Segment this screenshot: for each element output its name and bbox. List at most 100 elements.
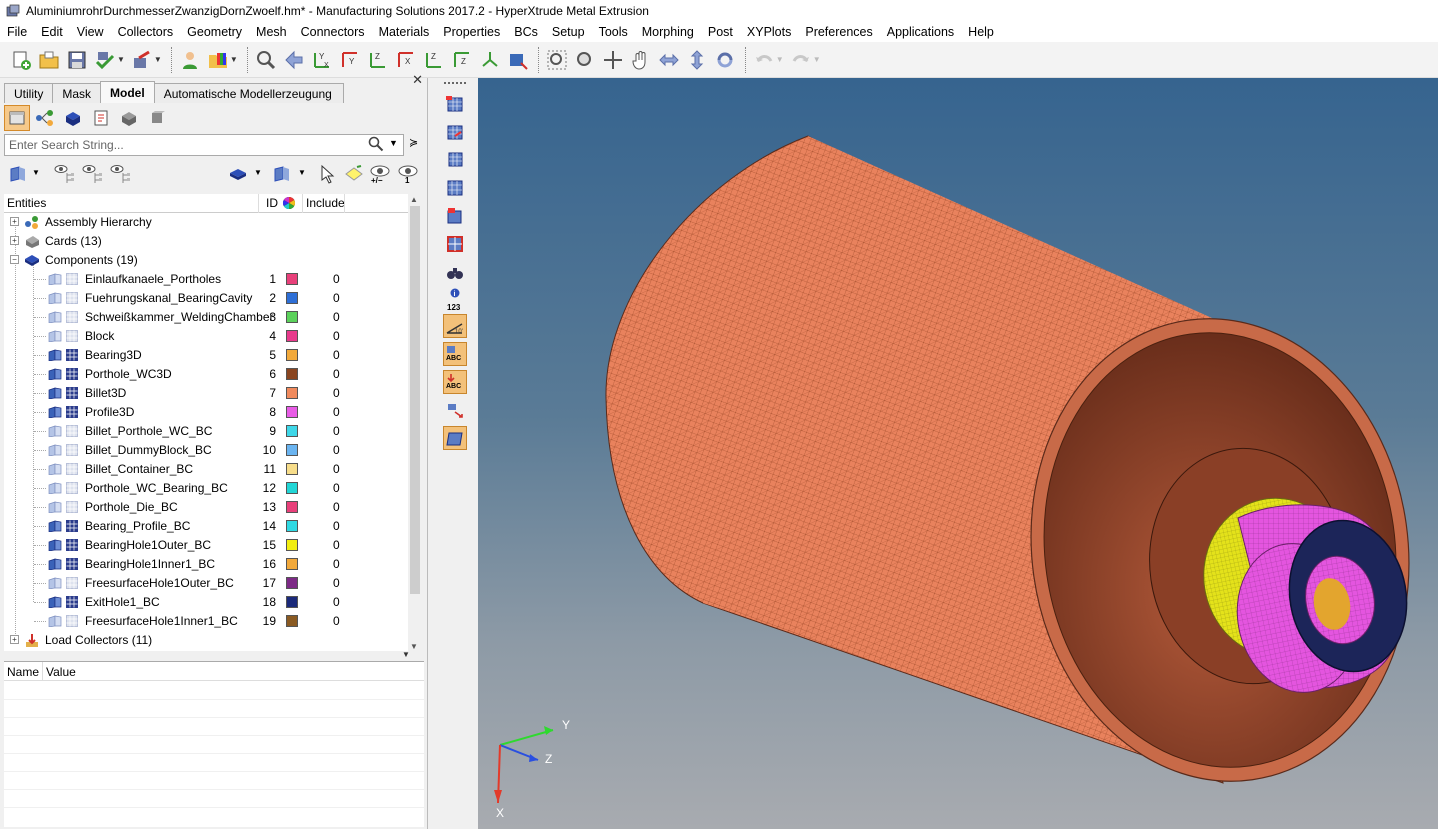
component-visibility-icon[interactable]: [48, 596, 62, 609]
eye-tree-icon[interactable]: [52, 162, 76, 186]
component-row[interactable]: Billet_Porthole_WC_BC 9 0: [4, 422, 408, 441]
component-color-swatch[interactable]: [286, 482, 298, 494]
find-elements-icon[interactable]: [443, 204, 467, 228]
column-include[interactable]: Include: [306, 196, 345, 210]
component-row[interactable]: BearingHole1Inner1_BC 16 0: [4, 555, 408, 574]
zoom-window-icon[interactable]: [544, 47, 570, 73]
display-mode-icon[interactable]: [505, 47, 531, 73]
eye-isolate-icon[interactable]: 1: [396, 162, 420, 186]
spin-icon[interactable]: [712, 47, 738, 73]
component-row[interactable]: Profile3D 8 0: [4, 403, 408, 422]
menu-materials[interactable]: Materials: [372, 22, 437, 42]
menu-preferences[interactable]: Preferences: [798, 22, 879, 42]
tab-mask[interactable]: Mask: [52, 83, 102, 103]
clip-box-icon[interactable]: [443, 232, 467, 256]
measure-angle-icon[interactable]: 10': [443, 314, 467, 338]
component-row[interactable]: BearingHole1Outer_BC 15 0: [4, 536, 408, 555]
scroll-down-icon[interactable]: ▼: [410, 642, 418, 651]
component-color-swatch[interactable]: [286, 444, 298, 456]
undo-icon[interactable]: [751, 47, 777, 73]
tree-group-components[interactable]: − Components (19): [4, 251, 408, 270]
new-model-icon[interactable]: [8, 47, 34, 73]
menu-morphing[interactable]: Morphing: [635, 22, 701, 42]
component-color-swatch[interactable]: [286, 615, 298, 627]
component-mesh-icon[interactable]: [66, 292, 78, 304]
open-model-icon[interactable]: [36, 47, 62, 73]
component-mesh-icon[interactable]: [66, 273, 78, 285]
component-row[interactable]: Billet3D 7 0: [4, 384, 408, 403]
user-profile-icon[interactable]: [177, 47, 203, 73]
export-dropdown-icon[interactable]: ▼: [154, 55, 162, 64]
component-color-icon[interactable]: [226, 162, 250, 186]
menu-help[interactable]: Help: [961, 22, 1001, 42]
menu-collectors[interactable]: Collectors: [111, 22, 181, 42]
move-vertical-icon[interactable]: [684, 47, 710, 73]
expand-plus-icon[interactable]: +: [10, 217, 19, 226]
pan-hand-icon[interactable]: [628, 47, 654, 73]
eye-tree-toggle-icon[interactable]: [108, 162, 132, 186]
menu-setup[interactable]: Setup: [545, 22, 592, 42]
expand-plus-icon[interactable]: +: [10, 236, 19, 245]
component-visibility-icon[interactable]: [48, 406, 62, 419]
menu-post[interactable]: Post: [701, 22, 740, 42]
menu-mesh[interactable]: Mesh: [249, 22, 294, 42]
component-visibility-icon[interactable]: [48, 273, 62, 286]
component-row[interactable]: Bearing3D 5 0: [4, 346, 408, 365]
eye-plusminus-icon[interactable]: +/−: [368, 162, 392, 186]
display-dropdown-icon[interactable]: ▼: [32, 168, 40, 177]
component-view-icon[interactable]: [60, 105, 86, 131]
unmask-icon[interactable]: [443, 120, 467, 144]
component-row[interactable]: Einlaufkanaele_Portholes 1 0: [4, 270, 408, 289]
view-xy-top-icon[interactable]: YX: [309, 47, 335, 73]
menu-applications[interactable]: Applications: [880, 22, 961, 42]
expand-double-chevron-icon[interactable]: ≽: [409, 136, 418, 149]
tree-scrollbar[interactable]: ▲ ▼: [408, 194, 422, 654]
component-mesh-icon[interactable]: [66, 444, 78, 456]
component-mesh-icon[interactable]: [66, 463, 78, 475]
color-palette-icon[interactable]: [205, 47, 231, 73]
component-visibility-icon[interactable]: [48, 311, 62, 324]
label-elements-icon[interactable]: ABC: [443, 342, 467, 366]
component-row[interactable]: Fuehrungskanal_BearingCavity 2 0: [4, 289, 408, 308]
cursor-select-icon[interactable]: [314, 162, 338, 186]
solver-view-icon[interactable]: [116, 105, 142, 131]
component-visibility-icon[interactable]: [48, 463, 62, 476]
component-color-swatch[interactable]: [286, 501, 298, 513]
component-color-swatch[interactable]: [286, 292, 298, 304]
component-mesh-icon[interactable]: [66, 425, 78, 437]
component-mesh-icon[interactable]: [66, 501, 78, 513]
scrollbar-thumb[interactable]: [410, 206, 420, 594]
component-color-swatch[interactable]: [286, 539, 298, 551]
component-mesh-icon[interactable]: [66, 615, 78, 627]
graphics-viewport[interactable]: Y Z X: [478, 78, 1438, 829]
menu-properties[interactable]: Properties: [436, 22, 507, 42]
tab-automatische-modellerzeugung[interactable]: Automatische Modellerzeugung: [153, 83, 344, 103]
component-color-swatch[interactable]: [286, 520, 298, 532]
search-input[interactable]: Enter Search String...: [4, 134, 404, 156]
menu-tools[interactable]: Tools: [592, 22, 635, 42]
component-mesh-icon[interactable]: [66, 368, 78, 380]
expand-plus-icon[interactable]: +: [10, 635, 19, 644]
component-row[interactable]: Porthole_WC3D 6 0: [4, 365, 408, 384]
component-color-swatch[interactable]: [286, 273, 298, 285]
component-color-swatch[interactable]: [286, 311, 298, 323]
tab-utility[interactable]: Utility: [4, 83, 54, 103]
view-xy-bottom-icon[interactable]: Y: [337, 47, 363, 73]
tree-group-assembly-hierarchy[interactable]: + Assembly Hierarchy: [4, 213, 408, 232]
label-nodes-icon[interactable]: ABC: [443, 370, 467, 394]
component-color-swatch[interactable]: [286, 349, 298, 361]
menu-edit[interactable]: Edit: [34, 22, 70, 42]
component-row[interactable]: Billet_Container_BC 11 0: [4, 460, 408, 479]
binoculars-icon[interactable]: [443, 260, 467, 284]
undo-dropdown-icon[interactable]: ▼: [776, 55, 784, 64]
display-component-icon[interactable]: [6, 162, 30, 186]
component-color-swatch[interactable]: [286, 463, 298, 475]
component-color-swatch[interactable]: [286, 406, 298, 418]
component-color-dropdown-icon[interactable]: ▼: [254, 168, 262, 177]
component-visibility-icon[interactable]: [48, 425, 62, 438]
import-icon[interactable]: [92, 47, 118, 73]
component-row[interactable]: ExitHole1_BC 18 0: [4, 593, 408, 612]
menu-connectors[interactable]: Connectors: [294, 22, 372, 42]
component-visibility-icon[interactable]: [48, 577, 62, 590]
menu-xyplots[interactable]: XYPlots: [740, 22, 798, 42]
